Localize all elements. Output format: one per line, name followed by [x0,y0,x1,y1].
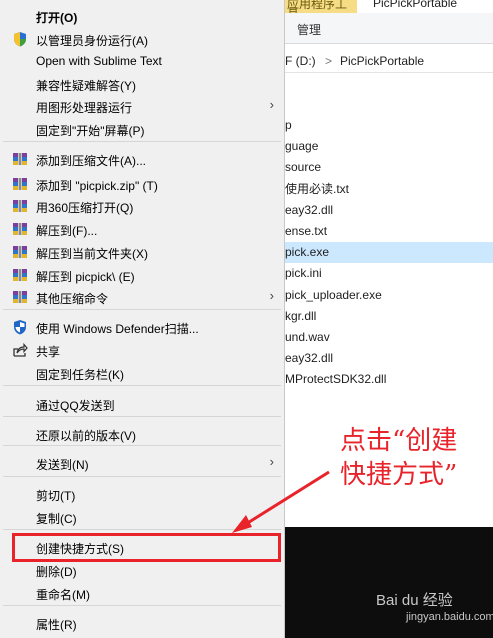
watermark-url: jingyan.baidu.com [406,611,493,623]
annotation-line-2: 快捷方式” [340,460,458,490]
annotation-arrow [232,470,330,533]
watermark-brand: Bai du 经验 [376,592,453,609]
annotation-line-1: 点击“创建 [340,426,458,456]
annotation-text: 点击“创建 快捷方式” [340,424,457,492]
screenshot: 应用程序工具 PicPickPortable 管理 F (D:) > PicPi… [0,0,493,638]
watermark: Bai du 经验 jingyan.baidu.com [376,592,493,626]
